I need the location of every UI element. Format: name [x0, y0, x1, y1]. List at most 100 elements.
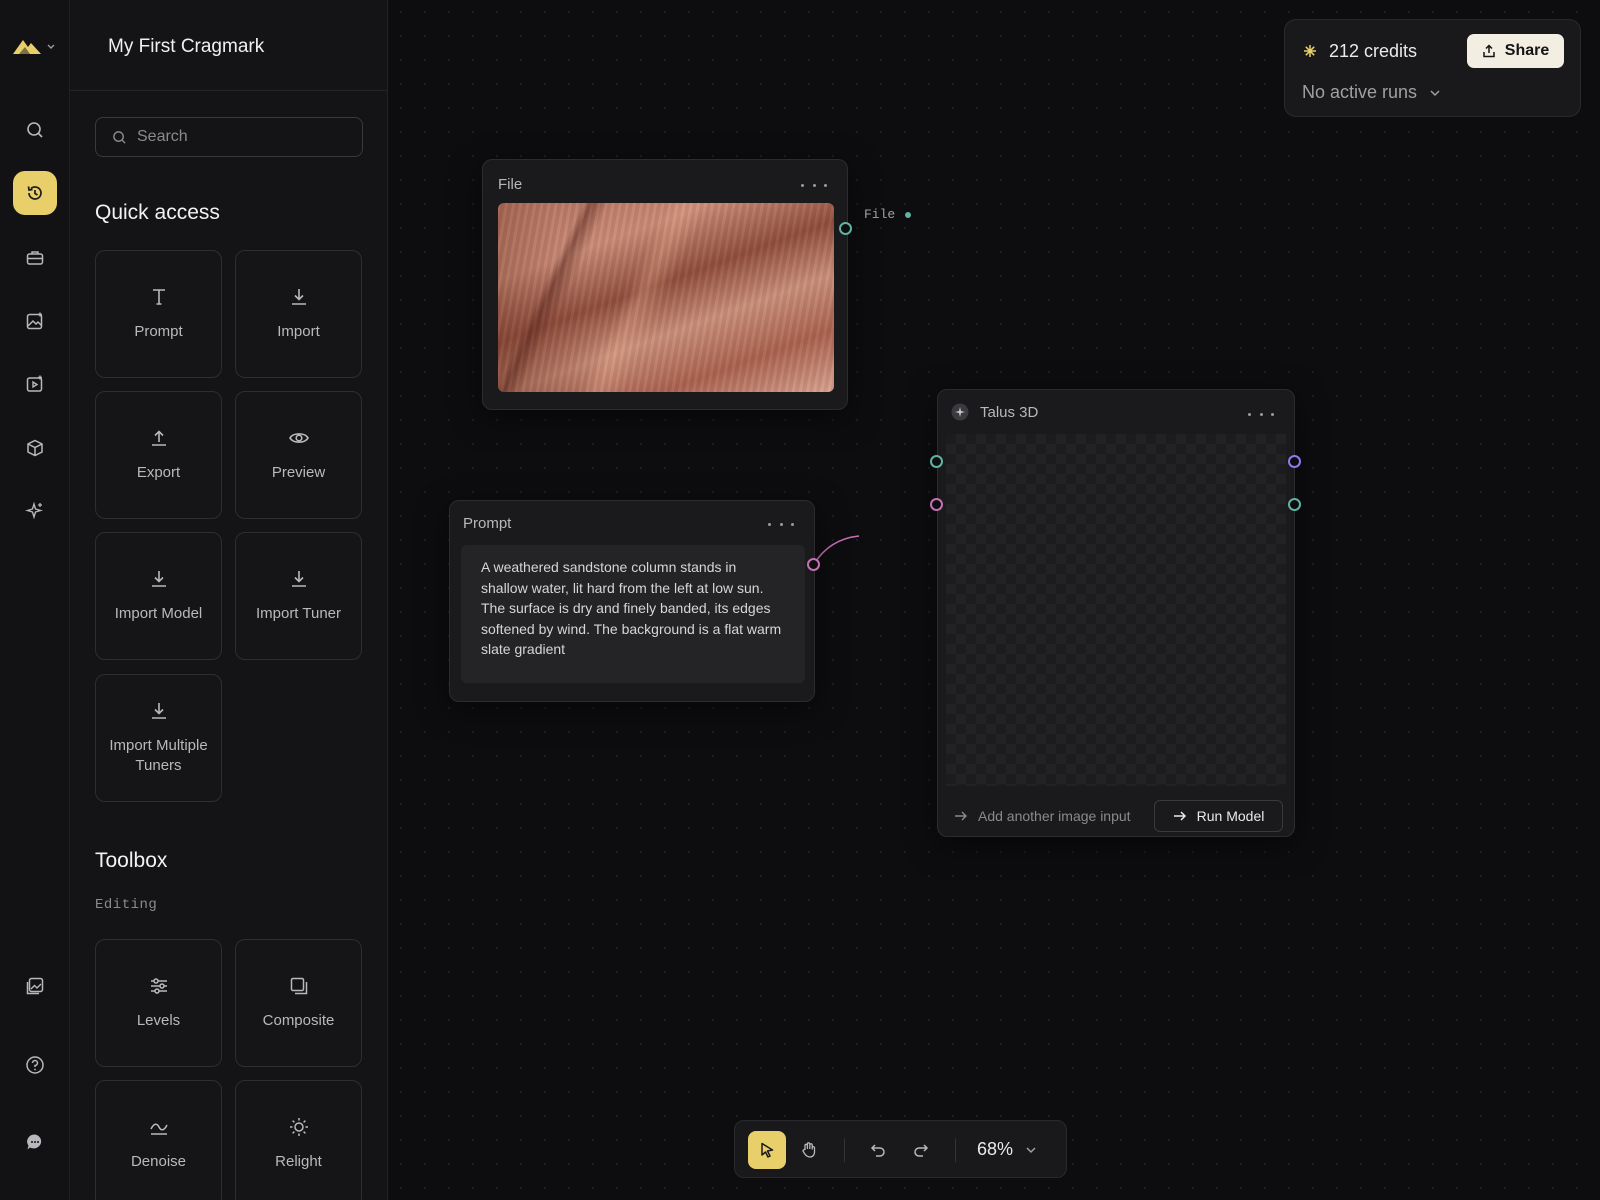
talus-input-port-image[interactable] — [930, 455, 943, 468]
credits-spark-icon — [1304, 45, 1316, 57]
add-input-label: Add another image input — [978, 808, 1131, 824]
tile-label: Export — [136, 464, 181, 481]
search-input[interactable] — [137, 128, 337, 146]
quick-import-tuner-tile[interactable]: Import Tuner — [235, 532, 362, 660]
hand-icon — [802, 1142, 816, 1158]
tile-label: Import Multiple Tuners — [109, 737, 208, 774]
talus-3d-node[interactable]: Talus 3D Add another image input Run Mod… — [937, 389, 1295, 837]
tool-relight-tile[interactable]: Relight — [235, 1080, 362, 1200]
download-icon — [291, 289, 306, 305]
rail-gallery-button[interactable] — [13, 964, 57, 1008]
gallery-icon — [26, 977, 44, 995]
layers-icon — [290, 977, 307, 995]
more-options-icon[interactable] — [768, 517, 794, 531]
undo-button[interactable] — [859, 1131, 897, 1169]
talus-output-port-image[interactable] — [1288, 498, 1301, 511]
mountain-logo-icon — [13, 40, 41, 54]
quick-preview-tile[interactable]: Preview — [235, 391, 362, 519]
tool-denoise-tile[interactable]: Denoise — [95, 1080, 222, 1200]
text-icon — [152, 289, 165, 305]
search-icon — [113, 130, 126, 144]
cursor-icon — [761, 1142, 774, 1158]
workspace-switcher[interactable] — [12, 34, 62, 58]
download-icon — [151, 571, 166, 587]
download-icon — [151, 703, 166, 719]
tool-composite-tile[interactable]: Composite — [235, 939, 362, 1067]
tile-label: Composite — [262, 1012, 335, 1029]
arrow-right-icon — [1173, 811, 1186, 821]
rail-chat-button[interactable] — [13, 1120, 57, 1164]
run-model-label: Run Model — [1196, 808, 1265, 824]
rail-search-button[interactable] — [13, 108, 57, 152]
file-node[interactable]: File — [482, 159, 848, 410]
tile-label: Prompt — [134, 323, 183, 340]
prompt-output-port[interactable] — [807, 558, 820, 571]
credits-amount: 212 credits — [1329, 41, 1418, 61]
hand-tool-button[interactable] — [790, 1131, 828, 1169]
quick-prompt-tile[interactable]: Prompt — [95, 250, 222, 378]
arrow-right-icon — [955, 811, 967, 821]
output-label-text: File — [864, 207, 896, 222]
file-output-label: File — [864, 207, 912, 222]
left-rail — [0, 0, 70, 1200]
video-generate-icon — [26, 375, 43, 392]
chevron-down-icon — [1026, 1146, 1036, 1153]
add-image-input-button[interactable]: Add another image input — [954, 808, 1131, 824]
redo-button[interactable] — [902, 1131, 940, 1169]
search-field[interactable] — [95, 117, 363, 157]
more-options-icon[interactable] — [801, 178, 827, 192]
toolbox-heading: Toolbox — [95, 849, 168, 872]
tile-label: Preview — [271, 464, 326, 481]
more-options-icon[interactable] — [1248, 407, 1274, 421]
rail-assets-button[interactable] — [13, 236, 57, 280]
prompt-textarea[interactable]: A weathered sandstone column stands in s… — [461, 545, 805, 683]
rail-3d-button[interactable] — [13, 426, 57, 470]
rail-ai-button[interactable] — [13, 489, 57, 533]
select-tool-button[interactable] — [748, 1131, 786, 1169]
zoom-dropdown[interactable]: 68% — [977, 1139, 1037, 1160]
credits-panel: 212 credits Share No active runs — [1284, 19, 1581, 117]
share-icon — [1483, 44, 1495, 58]
toolbox-subheading: Editing — [95, 897, 158, 913]
quick-import-multiple-tuners-tile[interactable]: Import Multiple Tuners — [95, 674, 222, 802]
sun-icon — [289, 1118, 308, 1136]
talus-output-port-model[interactable] — [1288, 455, 1301, 468]
active-runs-dropdown[interactable]: No active runs — [1302, 82, 1441, 103]
tile-label: Import Tuner — [255, 605, 342, 622]
talus-input-port-text[interactable] — [930, 498, 943, 511]
toolbar-divider — [844, 1138, 845, 1162]
quick-import-model-tile[interactable]: Import Model — [95, 532, 222, 660]
quick-export-tile[interactable]: Export — [95, 391, 222, 519]
project-title[interactable]: My First Cragmark — [108, 36, 264, 58]
run-model-button[interactable]: Run Model — [1154, 800, 1283, 832]
tile-label: Import Model — [114, 605, 203, 622]
upload-icon — [151, 430, 166, 446]
share-label: Share — [1504, 42, 1550, 59]
chevron-down-icon — [47, 44, 55, 49]
canvas-toolbar: 68% — [734, 1120, 1067, 1178]
quick-access-heading: Quick access — [95, 201, 220, 224]
rail-video-button[interactable] — [13, 362, 57, 406]
divider — [70, 90, 388, 91]
wave-icon — [149, 1123, 168, 1135]
rail-image-button[interactable] — [13, 299, 57, 343]
tool-levels-tile[interactable]: Levels — [95, 939, 222, 1067]
sparkles-icon — [25, 501, 43, 520]
workflow-canvas[interactable]: File File Prompt A weathered sandstone c… — [389, 0, 1600, 1200]
sidebar: My First Cragmark Quick access Prompt Im… — [70, 0, 388, 1200]
eye-icon — [288, 433, 309, 443]
output-preview-area — [946, 434, 1286, 786]
tile-label: Import — [277, 323, 320, 340]
redo-icon — [914, 1144, 929, 1157]
chat-icon — [27, 1134, 42, 1150]
tile-label: Denoise — [130, 1153, 187, 1170]
rail-help-button[interactable] — [13, 1043, 57, 1087]
quick-import-tile[interactable]: Import — [235, 250, 362, 378]
node-title: Talus 3D — [980, 404, 1039, 421]
sliders-icon — [150, 978, 167, 994]
history-icon — [27, 186, 42, 200]
file-output-port[interactable] — [839, 222, 852, 235]
share-button[interactable]: Share — [1467, 34, 1564, 68]
prompt-node[interactable]: Prompt A weathered sandstone column stan… — [449, 500, 815, 702]
rail-history-button[interactable] — [13, 171, 57, 215]
